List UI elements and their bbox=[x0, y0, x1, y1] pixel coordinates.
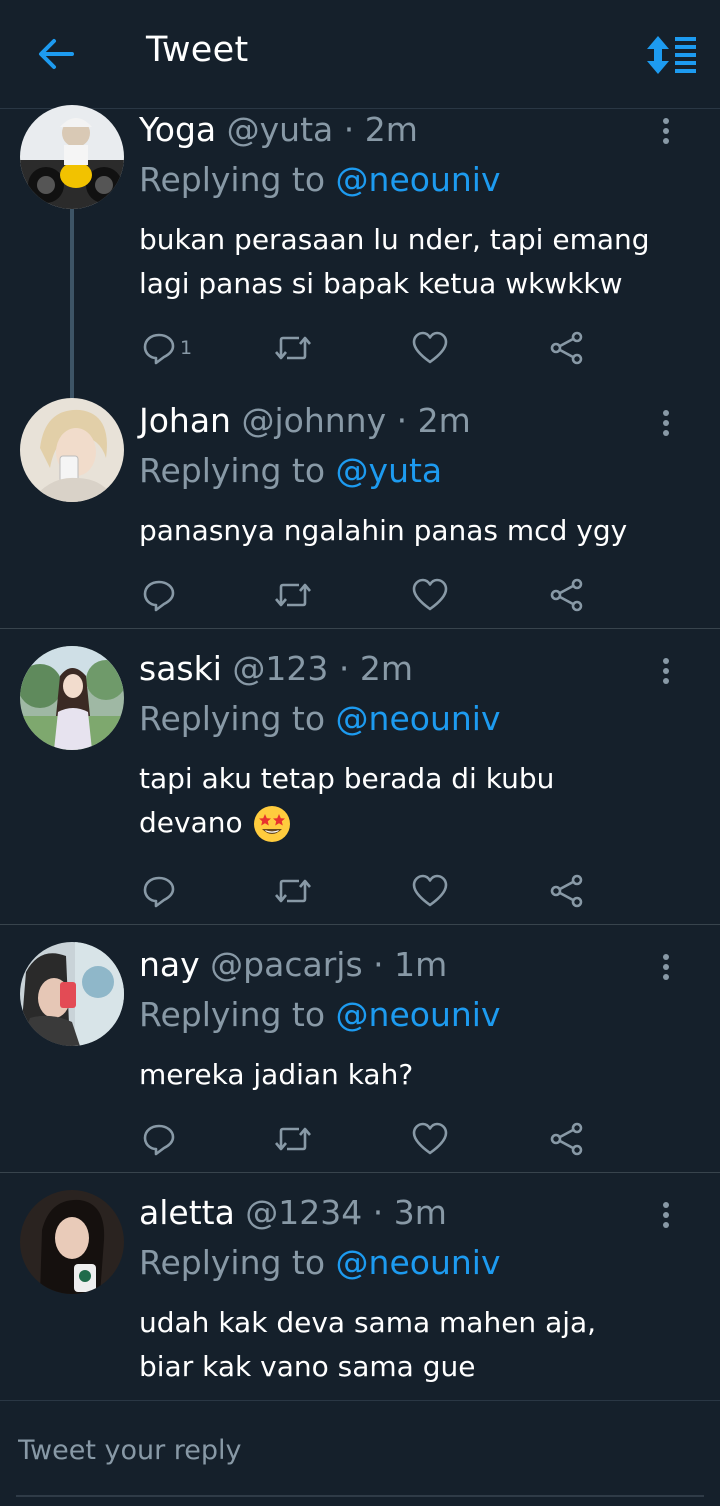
retweet-button[interactable] bbox=[274, 330, 312, 366]
avatar[interactable] bbox=[20, 646, 124, 750]
more-options-button[interactable] bbox=[656, 1201, 676, 1231]
more-options-button[interactable] bbox=[656, 657, 676, 687]
like-button[interactable] bbox=[412, 577, 448, 613]
heart-icon bbox=[412, 331, 448, 364]
reply-button[interactable] bbox=[142, 577, 180, 613]
more-vertical-icon bbox=[663, 658, 669, 684]
tweet-meta: saski @123 · 2m bbox=[139, 649, 414, 688]
tweet-text: bukan perasaan lu nder, tapi emang lagi … bbox=[139, 223, 650, 300]
share-icon bbox=[550, 874, 583, 908]
reply-count: 1 bbox=[180, 337, 193, 359]
share-button[interactable] bbox=[550, 577, 584, 613]
display-name[interactable]: Johan bbox=[139, 401, 231, 440]
mention-link[interactable]: @yuta bbox=[336, 451, 443, 490]
share-button[interactable] bbox=[550, 330, 584, 366]
more-vertical-icon bbox=[663, 1202, 669, 1228]
avatar[interactable] bbox=[20, 942, 124, 1046]
retweet-button[interactable] bbox=[274, 1121, 312, 1157]
tweet-meta: Yoga @yuta · 2m bbox=[139, 110, 418, 149]
reply-icon bbox=[143, 1124, 175, 1156]
more-vertical-icon bbox=[663, 118, 669, 144]
retweet-button[interactable] bbox=[274, 873, 312, 909]
keyboard-edge bbox=[16, 1495, 704, 1506]
user-handle[interactable]: @123 bbox=[232, 649, 328, 688]
more-options-button[interactable] bbox=[656, 117, 676, 147]
reply-icon bbox=[143, 580, 175, 612]
mention-link[interactable]: @neouniv bbox=[336, 995, 501, 1034]
arrow-left-icon bbox=[39, 39, 74, 69]
avatar[interactable] bbox=[20, 1190, 124, 1294]
tweet-item[interactable]: nay @pacarjs · 1m Replying to @neouniv m… bbox=[0, 925, 720, 1173]
replying-to: Replying to @neouniv bbox=[139, 995, 501, 1034]
tweet-meta: Johan @johnny · 2m bbox=[139, 401, 471, 440]
reply-icon bbox=[143, 876, 175, 908]
tweet-meta: nay @pacarjs · 1m bbox=[139, 945, 448, 984]
page-title: Tweet bbox=[146, 30, 249, 70]
star-struck-emoji bbox=[253, 806, 290, 842]
more-options-button[interactable] bbox=[656, 953, 676, 983]
retweet-icon bbox=[275, 879, 311, 903]
retweet-button[interactable] bbox=[274, 577, 312, 613]
tweet-item[interactable]: Johan @johnny · 2m Replying to @yuta pan… bbox=[0, 392, 720, 629]
more-vertical-icon bbox=[663, 410, 669, 436]
timestamp: 1m bbox=[394, 945, 448, 984]
more-options-button[interactable] bbox=[656, 409, 676, 439]
share-button[interactable] bbox=[550, 873, 584, 909]
reply-button[interactable] bbox=[142, 1121, 180, 1157]
tweet-item[interactable]: saski @123 · 2m Replying to @neouniv tap… bbox=[0, 629, 720, 925]
sort-button[interactable] bbox=[646, 34, 698, 76]
tweet-text: udah kak deva sama mahen aja, biar kak v… bbox=[139, 1306, 597, 1383]
avatar[interactable] bbox=[20, 398, 124, 502]
tweet-text: mereka jadian kah? bbox=[139, 1058, 414, 1091]
user-handle[interactable]: @yuta bbox=[227, 110, 334, 149]
retweet-icon bbox=[275, 1127, 311, 1151]
like-button[interactable] bbox=[412, 1121, 448, 1157]
timestamp: 2m bbox=[359, 649, 414, 688]
replying-to: Replying to @neouniv bbox=[139, 699, 501, 738]
mention-link[interactable]: @neouniv bbox=[336, 1243, 501, 1282]
retweet-icon bbox=[275, 336, 311, 360]
mention-link[interactable]: @neouniv bbox=[336, 699, 501, 738]
like-button[interactable] bbox=[412, 330, 448, 366]
back-button[interactable] bbox=[34, 34, 78, 74]
display-name[interactable]: nay bbox=[139, 945, 200, 984]
top-app-bar: Tweet bbox=[0, 0, 720, 109]
timestamp: 2m bbox=[364, 110, 418, 149]
reply-button[interactable]: 1 bbox=[142, 330, 192, 366]
display-name[interactable]: Yoga bbox=[139, 110, 216, 149]
reply-composer bbox=[0, 1400, 720, 1504]
replying-to: Replying to @yuta bbox=[139, 451, 443, 490]
share-icon bbox=[550, 331, 583, 365]
heart-icon bbox=[412, 874, 448, 907]
sort-icon bbox=[647, 36, 696, 74]
heart-icon bbox=[412, 1122, 448, 1155]
share-icon bbox=[550, 1122, 583, 1156]
share-icon bbox=[550, 578, 583, 612]
display-name[interactable]: aletta bbox=[139, 1193, 235, 1232]
replying-to: Replying to @neouniv bbox=[139, 1243, 501, 1282]
share-button[interactable] bbox=[550, 1121, 584, 1157]
mention-link[interactable]: @neouniv bbox=[336, 160, 501, 199]
user-handle[interactable]: @1234 bbox=[245, 1193, 362, 1232]
tweet-item[interactable]: Yoga @yuta · 2m Replying to @neouniv buk… bbox=[0, 105, 720, 399]
tweet-item[interactable]: aletta @1234 · 3m Replying to @neouniv u… bbox=[0, 1173, 720, 1399]
heart-icon bbox=[412, 578, 448, 611]
user-handle[interactable]: @pacarjs bbox=[210, 945, 362, 984]
retweet-icon bbox=[275, 583, 311, 607]
reply-input[interactable] bbox=[16, 1429, 700, 1471]
like-button[interactable] bbox=[412, 873, 448, 909]
reply-button[interactable] bbox=[142, 873, 180, 909]
timestamp: 3m bbox=[393, 1193, 447, 1232]
reply-icon bbox=[143, 333, 175, 365]
thread-line bbox=[70, 209, 74, 399]
replying-to: Replying to @neouniv bbox=[139, 160, 501, 199]
user-handle[interactable]: @johnny bbox=[241, 401, 386, 440]
avatar[interactable] bbox=[20, 105, 124, 209]
timestamp: 2m bbox=[417, 401, 471, 440]
tweet-meta: aletta @1234 · 3m bbox=[139, 1193, 447, 1232]
more-vertical-icon bbox=[663, 954, 669, 980]
tweet-text: panasnya ngalahin panas mcd ygy bbox=[139, 514, 628, 547]
tweet-text: tapi aku tetap berada di kubu devano bbox=[139, 757, 609, 845]
display-name[interactable]: saski bbox=[139, 649, 222, 688]
